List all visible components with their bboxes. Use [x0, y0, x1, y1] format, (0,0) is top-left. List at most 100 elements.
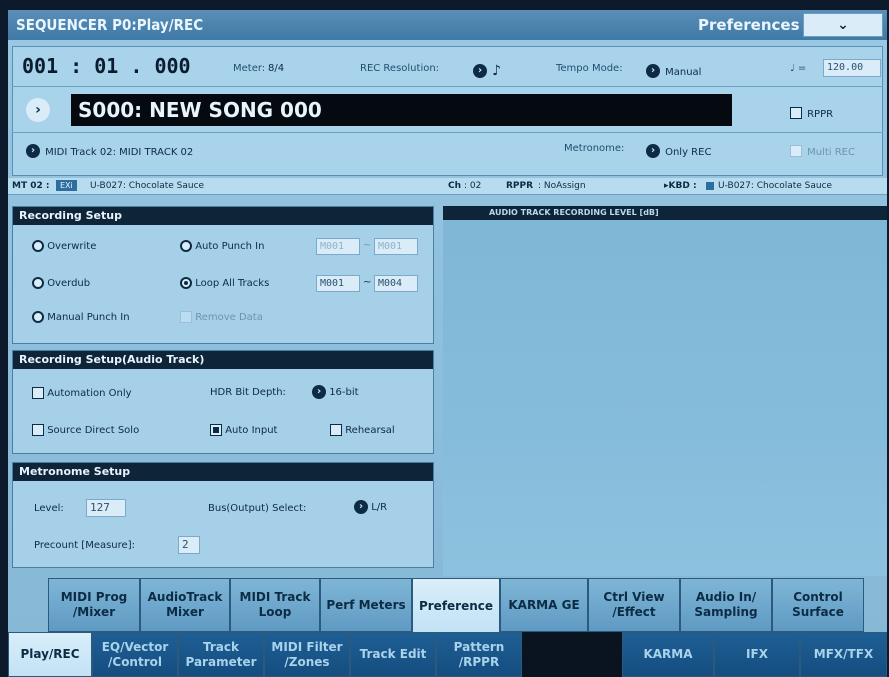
tempo-mode-popup[interactable]: › Manual	[646, 60, 701, 79]
radio-selected-icon	[180, 277, 192, 289]
divider	[12, 132, 883, 133]
automation-only-checkbox[interactable]: Automation Only	[32, 387, 132, 399]
overwrite-radio[interactable]: Overwrite	[32, 240, 96, 252]
song-select-arrow-icon[interactable]: ›	[26, 98, 50, 122]
page-title: SEQUENCER P0:Play/REC	[16, 16, 204, 34]
hdr-bit-depth-popup[interactable]: › 16-bit	[312, 385, 359, 399]
channel-label: Ch	[448, 181, 462, 191]
channel-value: : 02	[464, 181, 482, 191]
meter-value[interactable]: 8/4	[268, 63, 284, 74]
popup-arrow-icon: ›	[646, 63, 660, 78]
kbd-bank-icon	[706, 182, 714, 190]
metronome-value: Only REC	[665, 147, 712, 158]
tempo-label: ♩ =	[790, 63, 807, 74]
page-menu-button[interactable]: ⌄	[803, 13, 883, 37]
loop-start-field[interactable]: M001	[316, 275, 360, 292]
tab-preference[interactable]: Preference	[412, 578, 500, 634]
bus-select-value: L/R	[371, 502, 388, 513]
tab-play-rec[interactable]: Play/REC	[8, 632, 92, 677]
tab-audio-track-mixer[interactable]: AudioTrack Mixer	[140, 578, 230, 632]
tab-pattern-rppr[interactable]: Pattern /RPPR	[436, 632, 522, 677]
loop-end-field[interactable]: M004	[374, 275, 418, 292]
bus-select-label: Bus(Output) Select:	[208, 503, 307, 514]
radio-icon	[32, 277, 44, 289]
divider	[12, 86, 883, 87]
checkbox-icon	[180, 311, 192, 323]
rec-resolution-popup[interactable]: › ♪	[473, 60, 501, 79]
checkbox-icon	[330, 424, 342, 436]
source-direct-solo-checkbox[interactable]: Source Direct Solo	[32, 424, 139, 436]
auto-punch-label: Auto Punch In	[195, 241, 265, 252]
multi-rec-label: Multi REC	[807, 147, 855, 158]
kbd-label: ▸KBD :	[664, 181, 697, 191]
tab-karma[interactable]: KARMA	[622, 632, 714, 677]
location-display[interactable]: 001 : 01 . 000	[22, 54, 191, 78]
track-name: MIDI Track 02: MIDI TRACK 02	[45, 147, 194, 158]
panel-title: Recording Setup	[13, 207, 433, 225]
rppr-status-label: RPPR	[506, 181, 534, 191]
tab-karma-ge[interactable]: KARMA GE	[500, 578, 588, 632]
loop-all-tracks-label: Loop All Tracks	[195, 278, 270, 289]
recording-setup-panel: Recording Setup	[12, 206, 434, 344]
tempo-field[interactable]: 120.00	[823, 59, 881, 77]
meter-label: Meter:	[233, 63, 266, 74]
radio-icon	[32, 240, 44, 252]
audio-recording-setup-panel: Recording Setup(Audio Track)	[12, 350, 434, 454]
overdub-label: Overdub	[47, 278, 91, 289]
bank-badge: EXi	[56, 180, 77, 191]
overdub-radio[interactable]: Overdub	[32, 277, 90, 289]
rec-resolution-label: REC Resolution:	[360, 63, 440, 74]
panel-title: Metronome Setup	[13, 463, 433, 481]
remove-data-checkbox[interactable]: Remove Data	[180, 311, 263, 323]
rehearsal-checkbox[interactable]: Rehearsal	[330, 424, 395, 436]
tab-mfx-tfx[interactable]: MFX/TFX	[800, 632, 887, 677]
multi-rec-checkbox[interactable]: Multi REC	[790, 140, 855, 159]
level-field[interactable]: 127	[86, 499, 126, 517]
tab-midi-prog-mixer[interactable]: MIDI Prog /Mixer	[48, 578, 140, 632]
popup-arrow-icon: ›	[26, 143, 40, 158]
track-select-popup[interactable]: › MIDI Track 02: MIDI TRACK 02	[26, 140, 193, 159]
metronome-popup[interactable]: › Only REC	[646, 140, 711, 159]
popup-arrow-icon: ›	[473, 63, 487, 78]
punch-in-end-field[interactable]: M001	[374, 238, 418, 255]
precount-field[interactable]: 2	[178, 536, 200, 554]
tab-empty	[522, 632, 622, 677]
panel-title: Recording Setup(Audio Track)	[13, 351, 433, 369]
tab-track-parameter[interactable]: Track Parameter	[178, 632, 264, 677]
range-separator: ~	[363, 240, 372, 251]
tab-audio-in-sampling[interactable]: Audio In/ Sampling	[680, 578, 772, 632]
auto-punch-radio[interactable]: Auto Punch In	[180, 240, 264, 252]
rppr-checkbox[interactable]: RPPR	[790, 102, 833, 121]
tab-eq-vector-control[interactable]: EQ/Vector /Control	[92, 632, 178, 677]
track-program: U-B027: Chocolate Sauce	[90, 181, 205, 191]
hdr-bit-depth-value: 16-bit	[329, 387, 359, 398]
metronome-setup-panel: Metronome Setup	[12, 462, 434, 568]
manual-punch-radio[interactable]: Manual Punch In	[32, 311, 130, 323]
rppr-checkbox-label: RPPR	[807, 109, 834, 120]
preferences-label: Preferences	[698, 16, 800, 34]
tab-ctrl-view-effect[interactable]: Ctrl View /Effect	[588, 578, 680, 632]
checkbox-icon	[790, 144, 802, 157]
tempo-mode-label: Tempo Mode:	[556, 63, 623, 74]
precount-label: Precount [Measure]:	[34, 540, 135, 551]
hdr-bit-depth-label: HDR Bit Depth:	[210, 387, 286, 398]
tab-ifx[interactable]: IFX	[714, 632, 800, 677]
tab-midi-filter-zones[interactable]: MIDI Filter /Zones	[264, 632, 350, 677]
tab-control-surface[interactable]: Control Surface	[772, 578, 864, 632]
remove-data-label: Remove Data	[195, 312, 263, 323]
punch-in-start-field[interactable]: M001	[316, 238, 360, 255]
automation-only-label: Automation Only	[47, 388, 132, 399]
tab-perf-meters[interactable]: Perf Meters	[320, 578, 412, 632]
audio-recording-level-meter	[443, 206, 887, 576]
tab-midi-track-loop[interactable]: MIDI Track Loop	[230, 578, 320, 632]
auto-input-checkbox[interactable]: Auto Input	[210, 424, 277, 436]
auto-input-label: Auto Input	[225, 425, 278, 436]
bus-select-popup[interactable]: › L/R	[354, 500, 387, 514]
rppr-status-value: : NoAssign	[538, 181, 586, 191]
loop-all-tracks-radio[interactable]: Loop All Tracks	[180, 277, 269, 289]
tab-track-edit[interactable]: Track Edit	[350, 632, 436, 677]
sequencer-screen: SEQUENCER P0:Play/REC Preferences ⌄ 001 …	[8, 10, 887, 677]
source-direct-solo-label: Source Direct Solo	[47, 425, 140, 436]
song-name: S000: NEW SONG 000	[78, 98, 322, 122]
manual-punch-label: Manual Punch In	[47, 312, 130, 323]
